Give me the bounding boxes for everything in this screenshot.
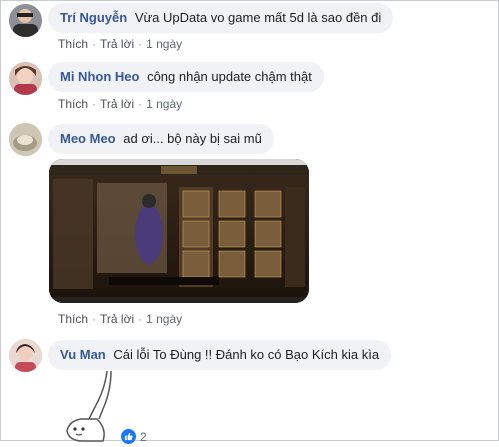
avatar-image bbox=[9, 123, 42, 156]
reply-link[interactable]: Trả lời bbox=[100, 312, 134, 326]
comment-actions: Thích · Trả lời · 1 ngày bbox=[58, 97, 182, 111]
comment-text: ad ơi... bộ này bị sai mũ bbox=[123, 131, 262, 146]
avatar-image bbox=[9, 4, 42, 37]
comment-image-attachment[interactable] bbox=[49, 159, 309, 303]
commenter-name[interactable]: Meo Meo bbox=[60, 131, 116, 146]
comment-text: công nhận update chậm thật bbox=[147, 69, 312, 84]
comment-bubble: Meo Meo ad ơi... bộ này bị sai mũ bbox=[48, 124, 274, 154]
avatar[interactable] bbox=[9, 339, 42, 372]
avatar-image bbox=[9, 339, 42, 372]
avatar[interactable] bbox=[9, 62, 42, 95]
comment-actions: Thích · Trả lời · 1 ngày bbox=[58, 37, 182, 51]
timestamp[interactable]: 1 ngày bbox=[146, 97, 182, 111]
game-screenshot bbox=[49, 159, 309, 303]
like-icon bbox=[121, 429, 136, 444]
timestamp[interactable]: 1 ngày bbox=[146, 312, 182, 326]
comment-actions: Thích · Trả lời · 1 ngày bbox=[58, 312, 182, 326]
separator: · bbox=[92, 37, 97, 51]
like-link[interactable]: Thích bbox=[58, 312, 88, 326]
commenter-name[interactable]: Trí Nguyễn bbox=[60, 10, 127, 25]
avatar[interactable] bbox=[9, 4, 42, 37]
comment-text: Vừa UpData vo game mất 5d là sao đền đi bbox=[134, 10, 382, 25]
reply-link[interactable]: Trả lời bbox=[100, 97, 134, 111]
commenter-name[interactable]: Mi Nhon Heo bbox=[60, 69, 139, 84]
avatar[interactable] bbox=[9, 123, 42, 156]
separator: · bbox=[138, 97, 143, 111]
commenter-name[interactable]: Vu Man bbox=[60, 347, 106, 362]
reaction-count: 2 bbox=[140, 429, 147, 444]
comment-text: Cái lỗi To Đùng !! Đánh ko có Bạo Kích k… bbox=[113, 347, 380, 362]
comment-bubble: Vu Man Cái lỗi To Đùng !! Đánh ko có Bạo… bbox=[48, 340, 392, 370]
comment-bubble: Trí Nguyễn Vừa UpData vo game mất 5d là … bbox=[48, 3, 394, 33]
comment-bubble: Mi Nhon Heo công nhận update chậm thật bbox=[48, 62, 324, 92]
separator: · bbox=[92, 312, 97, 326]
like-link[interactable]: Thích bbox=[58, 37, 88, 51]
reply-link[interactable]: Trả lời bbox=[100, 37, 134, 51]
reaction-summary[interactable]: 2 bbox=[121, 429, 147, 444]
timestamp[interactable]: 1 ngày bbox=[146, 37, 182, 51]
like-link[interactable]: Thích bbox=[58, 97, 88, 111]
avatar-image bbox=[9, 62, 42, 95]
separator: · bbox=[138, 37, 143, 51]
separator: · bbox=[138, 312, 143, 326]
separator: · bbox=[92, 97, 97, 111]
